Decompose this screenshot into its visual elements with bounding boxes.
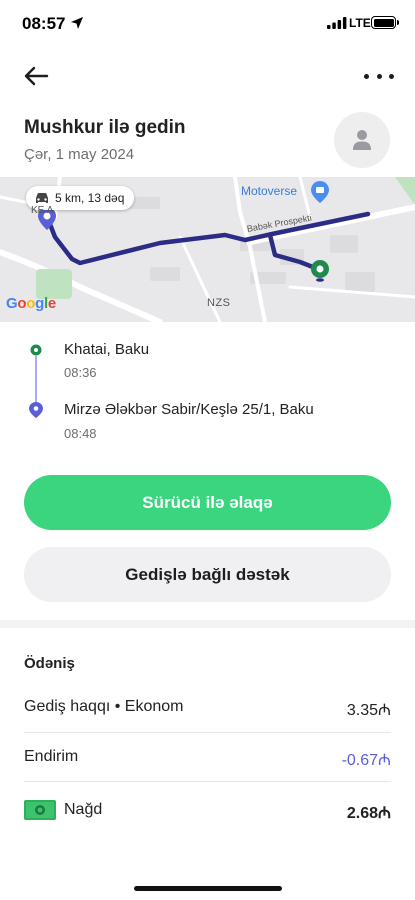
trip-support-button[interactable]: Gedişlə bağlı dəstək (24, 547, 391, 602)
map-label-nzs: NZS (207, 297, 231, 309)
fare-label: Gediş haqqı • Ekonom (24, 698, 184, 715)
status-time: 08:57 (22, 14, 66, 33)
status-bar: 08:57 LTE (0, 0, 415, 50)
contact-driver-button[interactable]: Sürücü ilə əlaqə (24, 475, 391, 530)
signal-icon (327, 17, 347, 29)
discount-value: -0.67₼ (341, 752, 391, 769)
stop-destination-time: 08:48 (64, 426, 97, 441)
map-label-area: KE A (31, 205, 54, 216)
stops-connector (35, 356, 37, 406)
avatar-icon (353, 130, 371, 150)
stop-destination-name: Mirzə Ələkbər Sabir/Keşlə 25/1, Baku (64, 401, 314, 418)
back-arrow-icon[interactable] (22, 64, 50, 88)
cash-label: Nağd (64, 801, 103, 818)
total-value: 2.68₼ (346, 805, 391, 822)
stop-origin-time: 08:36 (64, 365, 97, 380)
battery-icon (371, 16, 396, 29)
battery-cap (397, 20, 399, 25)
location-arrow-icon (71, 17, 83, 29)
discount-label: Endirim (24, 748, 79, 765)
more-icon[interactable] (364, 66, 394, 86)
cash-icon (24, 800, 56, 820)
payment-title: Ödəniş (24, 655, 75, 672)
route-summary-text: 5 km, 13 dəq (55, 191, 125, 205)
origin-dot-icon (30, 344, 42, 356)
trip-date: Çər, 1 may 2024 (24, 146, 135, 163)
network-label: LTE (349, 16, 371, 30)
fare-value: 3.35₼ (346, 702, 391, 719)
home-indicator (134, 886, 282, 891)
map-label-motoverse: Motoverse (241, 184, 298, 198)
stop-origin-name: Khatai, Baku (64, 341, 150, 358)
row-divider (24, 732, 391, 733)
google-attribution: Google (6, 295, 56, 312)
car-icon (36, 192, 48, 203)
row-divider (24, 781, 391, 782)
section-divider (0, 620, 415, 628)
destination-pin-icon (29, 402, 43, 418)
driver-avatar[interactable] (334, 112, 390, 168)
page-title: Mushkur ilə gedin (24, 117, 186, 138)
